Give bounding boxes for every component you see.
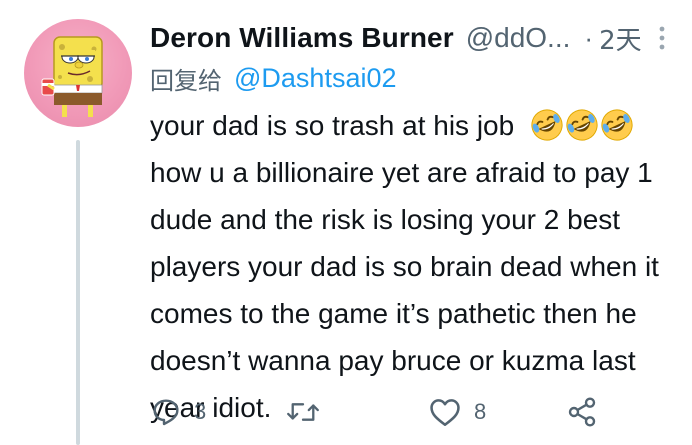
tweet-text: your dad is so trash at his job how u a … — [150, 102, 680, 431]
tweet-actions: 3 8 — [150, 392, 670, 432]
share-button[interactable] — [566, 392, 598, 432]
separator-dot: · — [584, 22, 594, 53]
tweet[interactable]: Deron Williams Burner @ddO... · 2天 回复给 @… — [0, 0, 692, 445]
replying-to: 回复给 @Dashtsai02 — [150, 60, 397, 96]
tweet-text-line: players your dad is so brain dead when i… — [150, 251, 659, 282]
rofl-emoji — [601, 109, 633, 141]
reply-prefix: 回复给 — [150, 66, 222, 95]
tweet-text-line: doesn’t wanna pay bruce or kuzma last — [150, 345, 636, 376]
tweet-text-line: how u a billionaire yet are afraid to pa… — [150, 157, 653, 188]
reply-icon — [153, 399, 179, 426]
retweet-icon — [287, 403, 319, 421]
tweet-text-line: comes to the game it’s pathetic then he — [150, 298, 637, 329]
reply-button[interactable]: 3 — [150, 392, 206, 432]
more-options-button[interactable] — [650, 22, 674, 54]
tweet-text-line: dude and the risk is losing your 2 best — [150, 204, 621, 235]
user-handle[interactable]: @ddO... — [466, 22, 571, 54]
share-icon — [568, 397, 596, 427]
reply-count: 3 — [194, 399, 207, 424]
emoji-group — [530, 108, 634, 142]
thread-line — [76, 140, 80, 445]
like-count: 8 — [474, 399, 487, 424]
like-button[interactable]: 8 — [428, 392, 486, 432]
rofl-emoji — [531, 109, 563, 141]
more-vertical-icon — [659, 26, 665, 50]
tweet-header: Deron Williams Burner @ddO... · 2天 — [150, 18, 642, 58]
rofl-emoji — [566, 109, 598, 141]
display-name[interactable]: Deron Williams Burner — [150, 22, 454, 54]
avatar[interactable] — [24, 19, 132, 127]
timestamp[interactable]: 2天 — [599, 20, 642, 57]
tweet-text-line-content: your dad is so trash at his job — [150, 110, 515, 141]
spongebob-avatar-image — [41, 36, 103, 117]
tweet-text-line: your dad is so trash at his job — [150, 102, 680, 149]
reply-mention-link[interactable]: @Dashtsai02 — [234, 63, 397, 94]
retweet-button[interactable] — [285, 392, 333, 432]
heart-icon — [430, 399, 460, 427]
